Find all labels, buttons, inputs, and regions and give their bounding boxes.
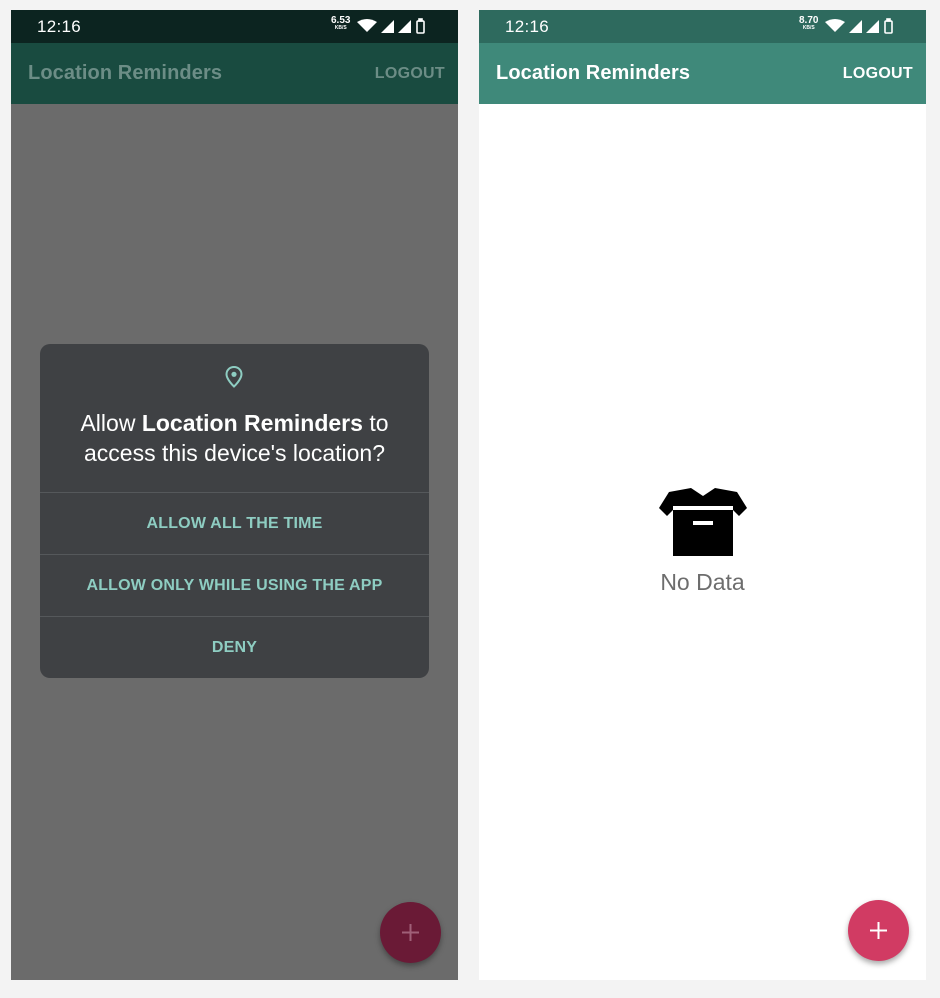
- wifi-icon: [825, 19, 845, 32]
- archive-box-icon: [659, 488, 747, 563]
- dialog-message: Allow Location Reminders to access this …: [80, 410, 389, 466]
- app-bar: Location Reminders LOGOUT: [11, 43, 458, 104]
- allow-while-using-app-button[interactable]: ALLOW ONLY WHILE USING THE APP: [40, 554, 429, 617]
- signal-icon-2: [866, 20, 879, 33]
- network-speed: 8.70 KB/S: [799, 15, 819, 32]
- dialog-app-name: Location Reminders: [141, 410, 363, 436]
- plus-icon: [870, 922, 887, 939]
- battery-icon: [884, 18, 893, 34]
- allow-all-the-time-button[interactable]: ALLOW ALL THE TIME: [40, 492, 429, 555]
- deny-button[interactable]: DENY: [40, 616, 429, 678]
- signal-icon: [381, 20, 394, 33]
- app-title: Location Reminders: [28, 62, 223, 84]
- add-reminder-fab[interactable]: [848, 900, 909, 961]
- signal-icon-2: [398, 20, 411, 33]
- location-pin-icon: [225, 365, 243, 393]
- no-data-label: No Data: [660, 569, 745, 595]
- plus-icon: [402, 924, 419, 941]
- status-icons: [825, 18, 913, 34]
- status-time: 12:16: [37, 17, 82, 36]
- location-permission-dialog: Allow Location Reminders to access this …: [40, 344, 429, 678]
- status-icons: [357, 18, 445, 34]
- wifi-icon: [357, 19, 377, 32]
- add-reminder-fab[interactable]: [380, 902, 441, 963]
- status-bar: 12:16 8.70 KB/S: [479, 10, 926, 43]
- app-bar: Location Reminders LOGOUT: [479, 43, 926, 104]
- logout-button[interactable]: LOGOUT: [843, 65, 913, 83]
- network-speed: 6.53 KB/S: [331, 15, 351, 32]
- reminders-list: No Data: [479, 104, 926, 980]
- app-title: Location Reminders: [496, 62, 691, 84]
- logout-button[interactable]: LOGOUT: [375, 65, 445, 83]
- battery-icon: [416, 18, 425, 34]
- status-time: 12:16: [505, 17, 550, 36]
- left-phone-screen: 12:16 6.53 KB/S Location Reminders LOGOU…: [11, 10, 458, 980]
- right-phone-screen: 12:16 8.70 KB/S Location Reminders LOGOU…: [479, 10, 926, 980]
- status-bar: 12:16 6.53 KB/S: [11, 10, 458, 43]
- signal-icon: [849, 20, 862, 33]
